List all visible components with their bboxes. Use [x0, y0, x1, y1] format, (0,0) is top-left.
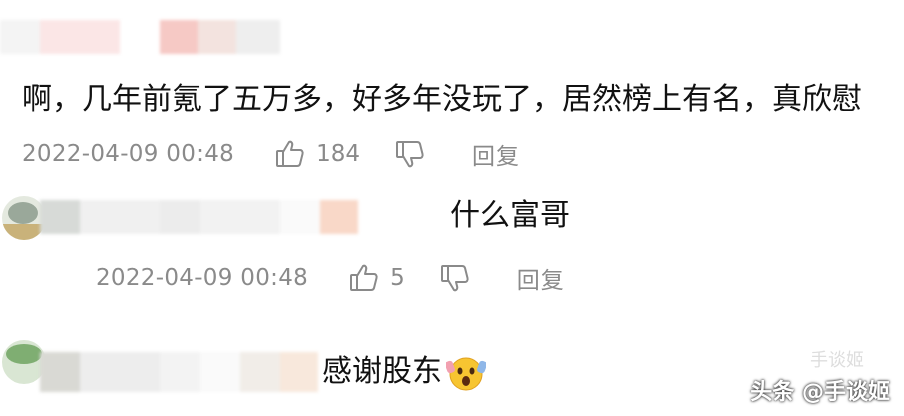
watermark: 头条 @手谈姬	[750, 374, 890, 406]
reply-button[interactable]: 回复	[472, 137, 520, 171]
reply-meta: 2022-04-09 00:48 5 回复	[96, 260, 565, 296]
watermark-platform: 头条	[750, 380, 795, 405]
dislike-button[interactable]	[439, 262, 471, 294]
like-button[interactable]: 184	[274, 138, 360, 170]
watermark-account: @手谈姬	[801, 380, 890, 405]
watermark-ghost: 手谈姬	[810, 350, 864, 371]
blurred-username	[40, 200, 358, 234]
comment-timestamp: 2022-04-09 00:48	[22, 141, 235, 167]
thumbs-down-icon	[395, 141, 424, 168]
like-count: 184	[316, 141, 360, 167]
dislike-button[interactable]	[394, 138, 426, 170]
shocked-face-emoji-icon	[445, 353, 487, 393]
thumbs-down-icon	[440, 265, 469, 292]
thumbs-up-icon	[350, 264, 378, 291]
thumbs-up-icon	[276, 140, 304, 167]
reply-button[interactable]: 回复	[517, 261, 565, 295]
like-button[interactable]: 5	[348, 262, 405, 294]
reply-text-content: 感谢股东	[322, 354, 442, 389]
blurred-username	[0, 20, 280, 54]
reply-text: 感谢股东	[322, 352, 487, 393]
like-count: 5	[390, 265, 405, 291]
comment-meta: 2022-04-09 00:48 184 回复	[22, 136, 520, 172]
reply-timestamp: 2022-04-09 00:48	[96, 265, 309, 291]
reply-text: 什么富哥	[450, 198, 570, 233]
comment-text: 啊，几年前氪了五万多，好多年没玩了，居然榜上有名，真欣慰	[22, 82, 862, 117]
blurred-username	[40, 352, 318, 392]
comment-thread: 啊，几年前氪了五万多，好多年没玩了，居然榜上有名，真欣慰 2022-04-09 …	[0, 0, 904, 416]
